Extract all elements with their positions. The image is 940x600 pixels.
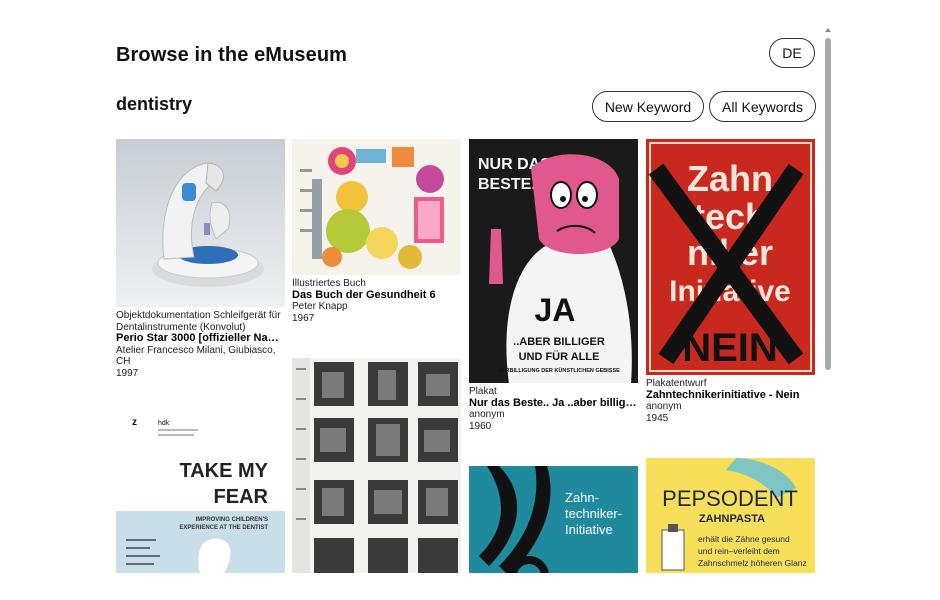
poster-text: UND FÜR ALLE bbox=[519, 350, 600, 363]
item-image-dental-grinder[interactable] bbox=[116, 139, 285, 307]
scroll-up-arrow-icon[interactable] bbox=[825, 28, 831, 32]
poster-text: techniker- bbox=[565, 506, 622, 521]
keyword-heading: dentistry bbox=[116, 94, 193, 114]
poster-text: TAKE MY bbox=[179, 460, 268, 482]
item-category: Plakatentwurf bbox=[646, 378, 707, 389]
item-year: 1967 bbox=[292, 312, 315, 324]
item-caption: Objektdokumentation Schleifgerät für Den… bbox=[116, 310, 286, 379]
poster-text: PEPSODENT bbox=[662, 486, 798, 511]
poster-text: Zahn bbox=[687, 158, 773, 199]
poster-text: Zahn- bbox=[565, 490, 599, 505]
item-category: Illustriertes Buch bbox=[292, 278, 366, 289]
item-year: 1945 bbox=[646, 412, 669, 424]
item-image-poster-nur-das-beste[interactable]: NUR DAS BESTE.. JA ..ABER BILLIGER UND F… bbox=[469, 139, 638, 383]
language-toggle-button[interactable]: DE bbox=[769, 38, 815, 68]
browse-viewport: Browse in the eMuseum DE dentistry New K… bbox=[100, 28, 830, 573]
poster-text: NEIN bbox=[682, 326, 778, 370]
poster-text: ..ABER BILLIGER bbox=[513, 336, 605, 348]
item-title-link[interactable]: Nur das Beste.. Ja ..aber billige… bbox=[469, 398, 639, 410]
emuseum-browse-panel: Browse in the eMuseum DE dentistry New K… bbox=[0, 0, 940, 600]
item-year: 1997 bbox=[116, 367, 139, 379]
item-image-poster-pepsodent[interactable]: PEPSODENT ZAHNPASTA erhält die Zähne ges… bbox=[646, 458, 815, 573]
new-keyword-button[interactable]: New Keyword bbox=[592, 91, 704, 122]
item-image-poster-teal[interactable]: Zahn- techniker- Initiative bbox=[469, 466, 638, 573]
poster-text: Zahnschmelz höheren Glanz bbox=[698, 558, 807, 568]
poster-text: BESTE.. bbox=[478, 176, 540, 193]
poster-text: hdk bbox=[158, 420, 170, 427]
poster-text: und rein–verleiht dem bbox=[698, 546, 780, 556]
poster-text: JA bbox=[535, 292, 576, 328]
item-caption: Plakat Nur das Beste.. Ja ..aber billige… bbox=[469, 386, 639, 432]
item-image-photo-contact-sheet[interactable] bbox=[292, 358, 461, 573]
item-image-illustrated-book[interactable] bbox=[292, 139, 461, 275]
poster-text: VERBILLIGUNG DER KÜNSTLICHEN GEBISSE bbox=[498, 367, 620, 374]
item-category: Objektdokumentation Schleifgerät für Den… bbox=[116, 310, 281, 333]
vertical-scrollbar[interactable] bbox=[824, 28, 832, 573]
poster-text: FEAR bbox=[214, 486, 269, 508]
item-maker: anonym bbox=[469, 409, 505, 420]
poster-text: EXPERIENCE AT THE DENTIST bbox=[179, 525, 268, 531]
page-title: Browse in the eMuseum bbox=[116, 44, 348, 66]
item-category: Plakat bbox=[469, 386, 497, 397]
item-image-poster-nein[interactable]: Zahn tech niker Initiative NEIN bbox=[646, 139, 815, 375]
item-year: 1960 bbox=[469, 420, 492, 432]
scrollbar-thumb[interactable] bbox=[825, 38, 831, 370]
item-caption: Plakatentwurf Zahntechnikerinitiative - … bbox=[646, 378, 816, 424]
all-keywords-button[interactable]: All Keywords bbox=[709, 91, 816, 122]
poster-text: Initiative bbox=[565, 522, 613, 537]
item-title-link[interactable]: Das Buch der Gesundheit 6 bbox=[292, 290, 462, 302]
poster-text: IMPROVING CHILDREN'S bbox=[196, 517, 268, 523]
item-title-link[interactable]: Zahntechnikerinitiative - Nein bbox=[646, 390, 816, 402]
item-caption: Illustriertes Buch Das Buch der Gesundhe… bbox=[292, 278, 462, 324]
poster-text: erhält die Zähne gesund bbox=[698, 534, 790, 544]
item-title-link[interactable]: Perio Star 3000 [offizieller Name] bbox=[116, 333, 286, 345]
item-image-poster-take-my-fear[interactable]: z hdk TAKE MY FEAR IMPROVING CHILDREN'S … bbox=[116, 407, 285, 573]
item-maker: Peter Knapp bbox=[292, 301, 348, 312]
poster-text: z bbox=[132, 417, 137, 428]
item-maker: anonym bbox=[646, 401, 682, 412]
poster-text: ZAHNPASTA bbox=[699, 513, 765, 525]
item-maker: Atelier Francesco Milani, Giubiasco, CH bbox=[116, 344, 276, 368]
